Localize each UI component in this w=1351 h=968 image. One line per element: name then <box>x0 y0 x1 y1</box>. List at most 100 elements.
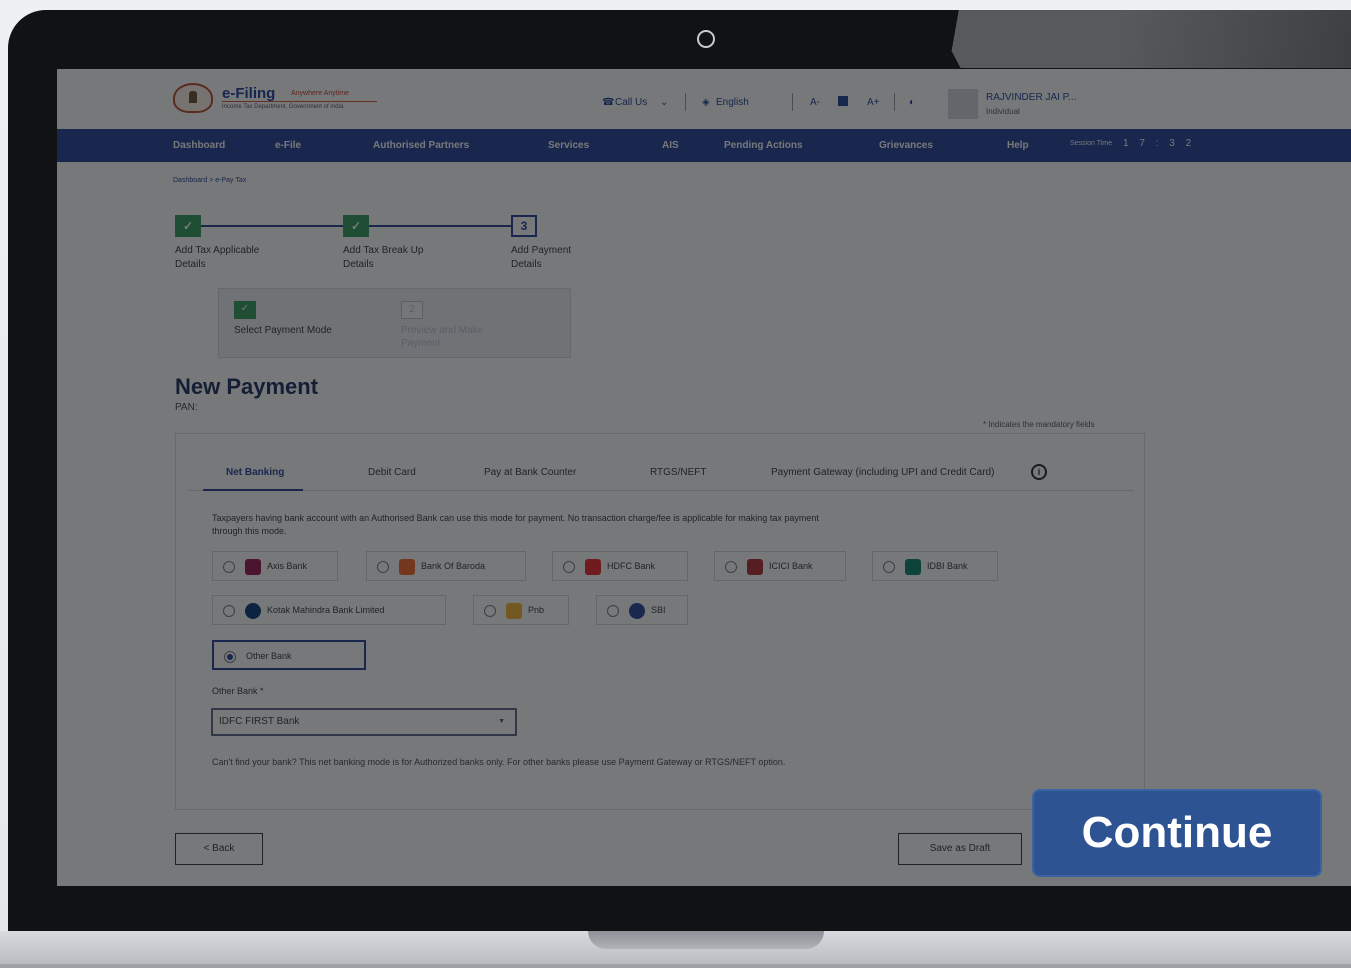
nav-help[interactable]: Help <box>1007 140 1029 151</box>
step-3-number: 3 <box>511 215 537 237</box>
active-tab-indicator <box>203 489 303 491</box>
logo-text[interactable]: e-Filing <box>222 85 275 102</box>
other-bank-select[interactable]: IDFC FIRST Bank ▼ <box>211 708 517 736</box>
breadcrumb[interactable]: Dashboard > e-Pay Tax <box>173 177 246 184</box>
info-icon[interactable]: i <box>1031 464 1047 480</box>
hdfc-bank-logo-icon <box>585 559 601 575</box>
substep-1-check-icon: ✓ <box>234 301 256 319</box>
bank-option-icici[interactable]: ICICI Bank <box>714 551 846 581</box>
user-name[interactable]: RAJVINDER JAI P... <box>986 92 1076 103</box>
icici-bank-logo-icon <box>747 559 763 575</box>
radio-button[interactable] <box>883 561 895 573</box>
bank-name: Axis Bank <box>267 561 308 571</box>
continue-button[interactable]: Continue <box>1032 789 1322 877</box>
font-default-button[interactable] <box>838 96 848 106</box>
substep-2-label: Preview and Make Payment <box>401 325 484 349</box>
substep-2-number: 2 <box>401 301 423 319</box>
step-connector <box>201 225 343 227</box>
font-decrease-button[interactable]: A- <box>810 97 820 108</box>
avatar[interactable] <box>948 89 978 119</box>
top-header: e-Filing Anywhere Anytime Income Tax Dep… <box>57 69 1351 129</box>
radio-button-selected[interactable] <box>224 651 236 663</box>
nav-efile[interactable]: e-File <box>275 140 301 151</box>
bank-name: SBI <box>651 605 666 615</box>
radio-button[interactable] <box>563 561 575 573</box>
camera-icon <box>697 30 715 48</box>
bank-name: Kotak Mahindra Bank Limited <box>267 605 385 615</box>
kotak-bank-logo-icon <box>245 603 261 619</box>
bank-of-baroda-logo-icon <box>399 559 415 575</box>
tab-debit-card[interactable]: Debit Card <box>368 467 416 478</box>
bank-name: Bank Of Baroda <box>421 561 486 571</box>
chevron-down-icon: ▼ <box>498 718 505 725</box>
pnb-logo-icon <box>506 603 522 619</box>
back-button[interactable]: < Back <box>175 833 263 865</box>
nav-services[interactable]: Services <box>548 140 589 151</box>
step-3-label: Add Payment Details <box>511 245 572 270</box>
laptop-notch <box>588 931 824 949</box>
nav-dashboard[interactable]: Dashboard <box>173 140 225 151</box>
nav-authorised-partners[interactable]: Authorised Partners <box>373 140 469 151</box>
substep-panel: ✓ 2 Select Payment Mode Preview and Make… <box>218 288 571 358</box>
radio-button[interactable] <box>223 561 235 573</box>
bank-option-pnb[interactable]: Pnb <box>473 595 569 625</box>
net-banking-description: Taxpayers having bank account with an Au… <box>212 513 819 536</box>
bank-option-kotak[interactable]: Kotak Mahindra Bank Limited <box>212 595 446 625</box>
tab-pay-at-bank-counter[interactable]: Pay at Bank Counter <box>484 467 576 478</box>
mandatory-note: * Indicates the mandatory fields <box>983 420 1095 429</box>
idbi-bank-logo-icon <box>905 559 921 575</box>
radio-button[interactable] <box>607 605 619 617</box>
chevron-down-icon: ⌄ <box>660 97 669 108</box>
globe-icon: ◈ <box>702 97 710 108</box>
nav-ais[interactable]: AIS <box>662 140 679 151</box>
nav-grievances[interactable]: Grievances <box>879 140 933 151</box>
step-2-label: Add Tax Break Up Details <box>343 245 424 270</box>
save-as-draft-button[interactable]: Save as Draft <box>898 833 1022 865</box>
radio-button[interactable] <box>725 561 737 573</box>
radio-button[interactable] <box>377 561 389 573</box>
laptop-stage: e-Filing Anywhere Anytime Income Tax Dep… <box>0 0 1351 968</box>
session-timer: 1 7 : 3 2 <box>1123 138 1196 149</box>
main-navbar: Dashboard e-File Authorised Partners Ser… <box>57 129 1351 162</box>
bank-option-hdfc[interactable]: HDFC Bank <box>552 551 688 581</box>
divider <box>792 93 793 111</box>
payment-card: Net Banking Debit Card Pay at Bank Count… <box>175 433 1145 810</box>
other-bank-value: IDFC FIRST Bank <box>219 716 300 727</box>
divider <box>685 93 686 111</box>
sbi-logo-icon <box>629 603 645 619</box>
contrast-icon[interactable]: ◐ <box>909 97 915 108</box>
bank-option-bob[interactable]: Bank Of Baroda <box>366 551 526 581</box>
bank-name: ICICI Bank <box>769 561 813 571</box>
tab-rtgs-neft[interactable]: RTGS/NEFT <box>650 467 706 478</box>
substep-1-label: Select Payment Mode <box>234 325 332 336</box>
tab-net-banking[interactable]: Net Banking <box>226 467 284 478</box>
phone-icon: ☎ <box>602 97 615 108</box>
logo-tagline: Anywhere Anytime <box>291 90 349 97</box>
call-us-link[interactable]: Call Us <box>615 97 647 108</box>
bank-option-idbi[interactable]: IDBI Bank <box>872 551 998 581</box>
laptop-base-edge <box>0 964 1351 968</box>
tab-payment-gateway[interactable]: Payment Gateway (including UPI and Credi… <box>771 467 994 478</box>
axis-bank-logo-icon <box>245 559 261 575</box>
step-1-check-icon: ✓ <box>175 215 201 237</box>
bank-name: IDBI Bank <box>927 561 968 571</box>
radio-button[interactable] <box>223 605 235 617</box>
user-role: Individual <box>986 107 1020 116</box>
page-title: New Payment <box>175 374 319 399</box>
pan-label: PAN: <box>175 402 198 413</box>
step-2-check-icon: ✓ <box>343 215 369 237</box>
step-connector <box>369 225 511 227</box>
bank-name: Other Bank <box>246 651 292 661</box>
bank-option-sbi[interactable]: SBI <box>596 595 688 625</box>
radio-button[interactable] <box>484 605 496 617</box>
nav-pending-actions[interactable]: Pending Actions <box>724 140 803 151</box>
other-bank-label: Other Bank * <box>212 686 264 696</box>
payment-tabs: Net Banking Debit Card Pay at Bank Count… <box>188 449 1134 491</box>
bank-option-other[interactable]: Other Bank <box>212 640 366 670</box>
language-select[interactable]: English <box>716 97 749 108</box>
bank-name: Pnb <box>528 605 545 615</box>
step-1-label: Add Tax Applicable Details <box>175 245 260 270</box>
font-increase-button[interactable]: A+ <box>867 97 880 108</box>
bank-option-axis[interactable]: Axis Bank <box>212 551 338 581</box>
divider <box>894 93 895 111</box>
